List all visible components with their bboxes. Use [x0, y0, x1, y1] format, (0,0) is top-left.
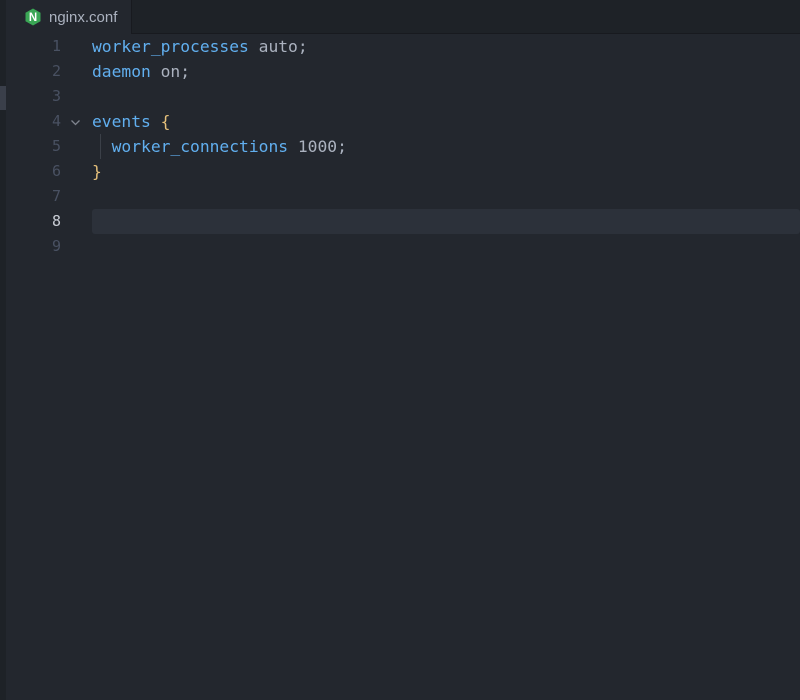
line-number: 1 — [51, 37, 61, 55]
code-text: events { — [92, 109, 170, 134]
nginx-icon: N — [24, 8, 42, 26]
directive-token: worker_processes — [92, 37, 249, 56]
brace-token: } — [92, 162, 102, 181]
line-number: 6 — [51, 162, 61, 180]
directive-token: worker_connections — [111, 137, 289, 156]
indent-guide — [100, 134, 101, 159]
line-number: 9 — [51, 237, 61, 255]
code-line[interactable]: 5 worker_connections 1000; — [6, 134, 800, 159]
fold-chevron-icon[interactable] — [70, 109, 81, 134]
code-line[interactable]: 3 — [6, 84, 800, 109]
line-number: 4 — [51, 112, 61, 130]
line-number: 5 — [51, 137, 61, 155]
nginx-icon-letter: N — [29, 12, 37, 24]
code-line[interactable]: 9 — [6, 234, 800, 259]
code-text: worker_processes auto; — [92, 34, 308, 59]
directive-token: events — [92, 112, 151, 131]
brace-token: { — [160, 112, 171, 131]
code-line[interactable]: 4 events { — [6, 109, 800, 134]
tab-bar: N nginx.conf — [6, 0, 800, 34]
line-number: 7 — [51, 187, 61, 205]
code-editor[interactable]: 1 worker_processes auto; 2 daemon on; 3 4 even… — [6, 34, 800, 700]
code-text: worker_connections 1000; — [92, 134, 347, 159]
current-line-highlight — [92, 209, 800, 234]
code-text: daemon on; — [92, 59, 190, 84]
code-line[interactable]: 2 daemon on; — [6, 59, 800, 84]
line-number: 2 — [51, 62, 61, 80]
value-token — [151, 112, 161, 131]
code-line[interactable]: 1 worker_processes auto; — [6, 34, 800, 59]
value-token: 1000; — [288, 137, 347, 156]
tab-nginx-conf[interactable]: N nginx.conf — [6, 0, 133, 34]
line-number: 3 — [51, 87, 61, 105]
code-line[interactable]: 7 — [6, 184, 800, 209]
value-token: auto; — [248, 37, 308, 56]
line-number: 8 — [51, 212, 61, 230]
tab-label: nginx.conf — [49, 8, 118, 26]
value-token: on; — [150, 62, 191, 81]
code-line[interactable]: 8 — [6, 209, 800, 234]
directive-token: daemon — [92, 62, 151, 81]
value-token — [92, 137, 112, 156]
code-line[interactable]: 6} — [6, 159, 800, 184]
code-text: } — [92, 159, 102, 184]
